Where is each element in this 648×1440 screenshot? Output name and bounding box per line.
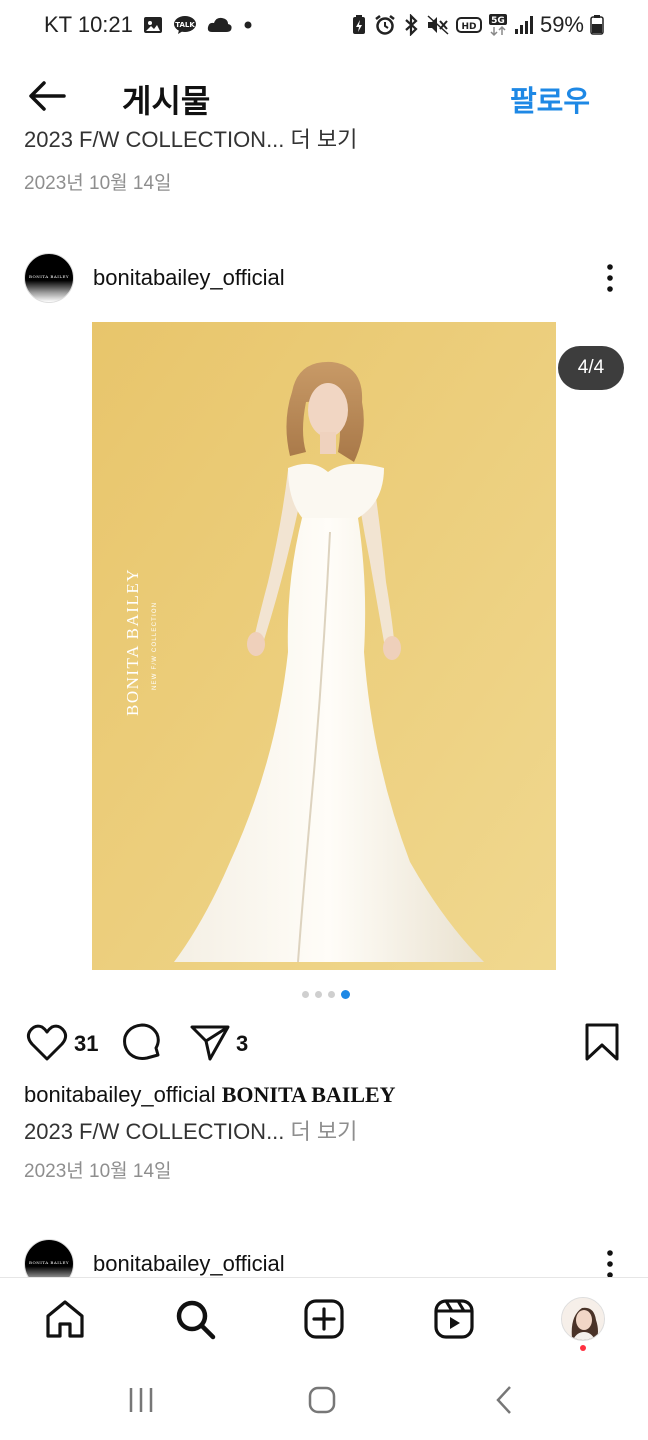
5g-icon: 5G [488, 14, 507, 37]
reels-icon [434, 1299, 474, 1339]
post-image[interactable]: BONITA BAILEY NEW F/W COLLECTION [92, 322, 556, 970]
signal-icon [514, 16, 533, 34]
bookmark-icon [585, 1023, 619, 1061]
kakaotalk-icon: TALK [173, 16, 196, 34]
carousel-dot [328, 991, 335, 998]
carousel-indicator [302, 990, 350, 999]
page-title: 게시물 [122, 83, 211, 119]
heart-icon [26, 1024, 68, 1061]
recent-apps-button[interactable] [124, 1383, 158, 1417]
share-button[interactable] [188, 1021, 232, 1065]
share-count[interactable]: 3 [236, 1031, 248, 1057]
nav-search[interactable] [173, 1297, 217, 1341]
bluetooth-icon [405, 14, 418, 36]
image-counter-badge: 4/4 [558, 346, 624, 390]
more-vertical-icon [607, 264, 613, 292]
nav-create[interactable] [302, 1297, 346, 1341]
bottom-nav [0, 1277, 648, 1362]
post-date: 2023년 10월 14일 [24, 1161, 172, 1182]
avatar-logo-text: BONITA BAILEY [28, 274, 70, 279]
home-circle-icon [308, 1386, 336, 1414]
status-left: KT 10:21 TALK [44, 12, 253, 38]
svg-text:5G: 5G [491, 16, 505, 26]
comment-icon [123, 1023, 160, 1060]
more-options-button[interactable] [598, 260, 622, 296]
caption-text: 2023 F/W COLLECTION... [24, 1119, 285, 1144]
mute-icon [427, 15, 449, 35]
carousel-dot [302, 991, 309, 998]
caption-body: 2023 F/W COLLECTION... 더 보기 [24, 1114, 357, 1146]
battery-icon [590, 15, 604, 35]
previous-post-caption[interactable]: 2023 F/W COLLECTION... 더 보기 [24, 128, 357, 152]
svg-text:HD: HD [461, 22, 476, 32]
back-button[interactable] [24, 72, 72, 120]
gallery-icon [143, 17, 162, 33]
post-username[interactable]: bonitabailey_official [93, 265, 285, 291]
post-photo: BONITA BAILEY NEW F/W COLLECTION [92, 322, 556, 970]
nav-home[interactable] [43, 1297, 87, 1341]
like-count[interactable]: 31 [74, 1031, 98, 1057]
battery-saver-icon [352, 15, 365, 34]
cloud-icon [207, 17, 232, 32]
avatar-logo-text: BONITA BAILEY [28, 1260, 70, 1265]
home-icon [46, 1300, 84, 1338]
status-bar: KT 10:21 TALK HD 5G 59% [0, 0, 648, 56]
nav-reels[interactable] [432, 1297, 476, 1341]
comment-button[interactable] [120, 1021, 164, 1065]
caption-username[interactable]: bonitabailey_official [24, 1082, 216, 1107]
recent-apps-icon [129, 1388, 153, 1412]
back-system-button[interactable] [490, 1383, 520, 1417]
home-system-button[interactable] [304, 1383, 340, 1417]
next-post-username[interactable]: bonitabailey_official [93, 1251, 285, 1277]
send-icon [190, 1025, 230, 1061]
back-arrow-icon [29, 81, 66, 111]
caption-header: bonitabailey_official BONITA BAILEY [24, 1082, 396, 1108]
notification-dot [580, 1345, 586, 1351]
carousel-dot-active [341, 990, 350, 999]
previous-post-date: 2023년 10월 14일 [24, 173, 172, 194]
system-navigation-bar [0, 1361, 648, 1440]
more-link[interactable]: 더 보기 [291, 1119, 358, 1144]
alarm-icon [375, 15, 395, 35]
caption-brand: BONITA BAILEY [221, 1082, 396, 1107]
search-icon [176, 1300, 216, 1340]
user-avatar[interactable]: BONITA BAILEY [24, 253, 74, 303]
carrier-time: KT 10:21 [44, 12, 133, 37]
status-right: HD 5G 59% [350, 12, 604, 38]
carousel-dot [315, 991, 322, 998]
svg-text:TALK: TALK [175, 21, 195, 29]
dot-icon [244, 21, 252, 29]
nav-profile-avatar[interactable] [561, 1297, 605, 1341]
image-brand-text: BONITA BAILEY [123, 568, 142, 716]
create-icon [304, 1299, 344, 1339]
battery-percent: 59% [539, 12, 584, 37]
image-sub-text: NEW F/W COLLECTION [152, 602, 158, 690]
chevron-left-icon [496, 1386, 511, 1414]
hd-icon: HD [455, 17, 482, 33]
follow-button[interactable]: 팔로우 [510, 78, 590, 120]
save-button[interactable] [580, 1021, 624, 1065]
like-button[interactable] [25, 1021, 69, 1065]
profile-photo [562, 1298, 604, 1340]
